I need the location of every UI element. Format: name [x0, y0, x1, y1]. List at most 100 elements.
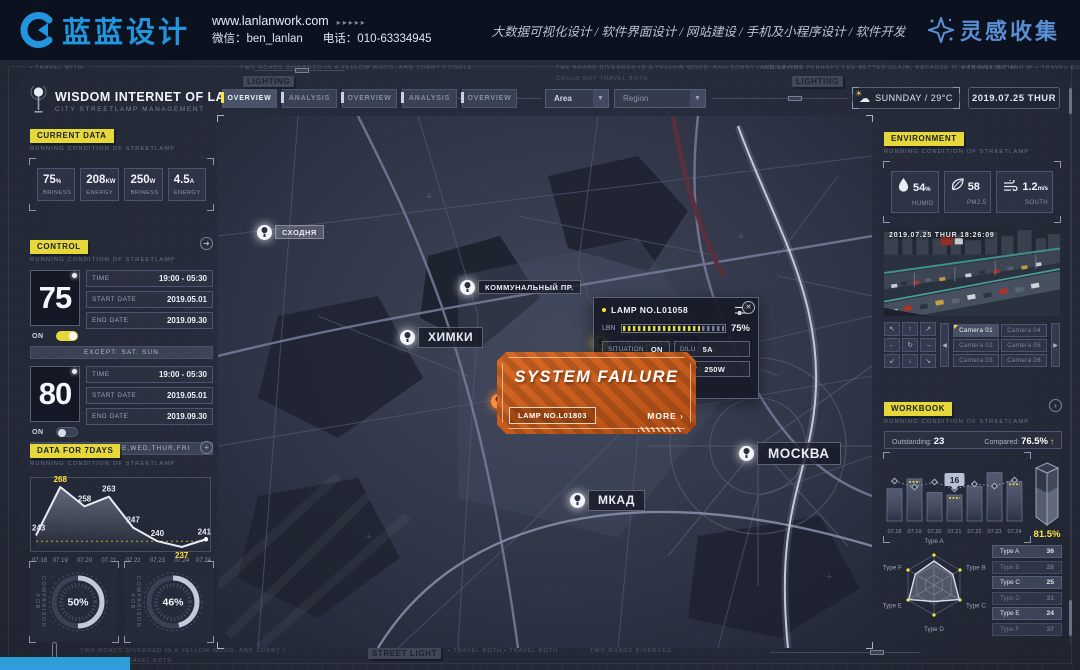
decor-slider-knob[interactable] — [870, 650, 884, 655]
brightness-bar[interactable] — [621, 324, 726, 333]
map-pin-white[interactable] — [257, 225, 272, 240]
type-row-type-e[interactable]: Type E24 — [992, 607, 1062, 620]
camera-feed[interactable]: 2019.07.25 THUR 18:26:09 — [884, 228, 1060, 316]
map-pin-white[interactable] — [460, 280, 475, 295]
schedule-field-start-date[interactable]: START DATE2019.05.01 — [86, 291, 213, 308]
power-toggle[interactable] — [56, 427, 78, 437]
line-chart-svg: 24326825826324724023724107.1807.1907.200… — [30, 473, 213, 565]
next-camera-arrow[interactable]: ▶ — [1051, 323, 1060, 367]
camera-button-5[interactable]: Camera 05 — [1001, 339, 1047, 352]
chevron-right-icon[interactable]: › — [1049, 399, 1062, 412]
camera-button-1[interactable]: Camera 01 — [953, 324, 999, 337]
svg-text:+: + — [826, 571, 832, 583]
type-row-type-b[interactable]: Type B28 — [992, 561, 1062, 574]
schedule-field-time[interactable]: TIME19:00 - 05:30 — [86, 270, 213, 287]
page-title: WISDOM INTERNET OF LAMP — [55, 90, 245, 104]
type-row-type-a[interactable]: Type A36 — [992, 545, 1062, 558]
camera-controls: ↖↑↗←↻→↙↓↘ ◀ Camera 01Camera 04Camera 02C… — [884, 322, 1060, 368]
brightness-level: 80 — [30, 366, 80, 422]
tab-overview-4[interactable]: OVERVIEW — [462, 89, 517, 108]
map-pin-white[interactable] — [570, 493, 585, 508]
brand-logo[interactable]: 蓝蓝设计 — [18, 9, 190, 51]
chevron-down-icon[interactable]: ▼ — [690, 90, 705, 107]
decor-text: ▪ TRAVEL WITH — [30, 65, 83, 71]
svg-text:Type A: Type A — [924, 538, 944, 545]
header-tabs: OVERVIEW ANALYSIS OVERVIEW ANALYSIS OVERVIEW — [222, 89, 517, 108]
schedule-field-time[interactable]: TIME19:00 - 05:30 — [86, 366, 213, 383]
pan-up-left-button[interactable]: ↖ — [884, 322, 900, 336]
map-pin-white[interactable] — [739, 446, 754, 461]
svg-text:+: + — [738, 231, 744, 243]
map-place-label[interactable]: МОСКВА — [757, 442, 841, 465]
comparison-gauge-1: COMPARISON FOR46% — [125, 562, 213, 642]
map-place-label[interactable]: МКАД — [588, 490, 645, 511]
region-select-value: Region — [615, 94, 690, 103]
decor-slider-knob[interactable] — [295, 68, 309, 73]
type-row-type-f[interactable]: Type F37 — [992, 623, 1062, 636]
services-text: 大数据可视化设计 / 软件界面设计 / 网站建设 / 手机及小程序设计 / 软件… — [491, 21, 905, 40]
pan-up-button[interactable]: ↑ — [902, 322, 918, 336]
tab-overview-2[interactable]: OVERVIEW — [342, 89, 397, 108]
pan-down-left-button[interactable]: ↙ — [884, 354, 900, 368]
level-column: 80ON — [30, 366, 80, 437]
tab-analysis-1[interactable]: ANALYSIS — [282, 89, 337, 108]
outstanding-value: 23 — [934, 436, 945, 447]
scrollbar-track[interactable] — [1070, 85, 1071, 645]
camera-button-4[interactable]: Camera 04 — [1001, 324, 1047, 337]
tab-overview-0[interactable]: OVERVIEW — [222, 89, 277, 108]
camera-button-6[interactable]: Camera 06 — [1001, 354, 1047, 367]
schedule-field-start-date[interactable]: START DATE2019.05.01 — [86, 387, 213, 404]
metric-tile: 75%BRINESS — [37, 168, 75, 201]
city-map[interactable]: +++ ++++ СХОДНЯКОММУНАЛЬНЫЙ ПР.ХИМКИЗАВО… — [218, 116, 872, 648]
camera-button-2[interactable]: Camera 02 — [953, 339, 999, 352]
status-dot — [602, 308, 606, 312]
pan-left-button[interactable]: ← — [884, 338, 900, 352]
streetlamp-icon — [30, 86, 47, 116]
decor-line — [770, 652, 920, 653]
plus-icon[interactable]: + — [200, 441, 213, 454]
schedule-field-end-date[interactable]: END DATE2019.09.30 — [86, 312, 213, 329]
up-arrow-icon: ↑ — [1050, 437, 1054, 446]
map-place-label[interactable]: СХОДНЯ — [275, 225, 324, 239]
comparison-panel: COMPARISON FOR50%COMPARISON FOR46% — [30, 562, 213, 642]
svg-text:07.18: 07.18 — [888, 529, 902, 535]
schedule-field-end-date[interactable]: END DATE2019.09.30 — [86, 408, 213, 425]
lanlan-logo-icon — [18, 12, 54, 48]
more-button[interactable]: MORE › — [647, 411, 684, 421]
power-toggle[interactable] — [56, 331, 78, 341]
map-place-label[interactable]: ХИМКИ — [418, 327, 483, 348]
prev-camera-arrow[interactable]: ◀ — [940, 323, 949, 367]
panel-badge: CONTROL — [30, 240, 88, 254]
chevron-down-icon[interactable]: ▼ — [593, 90, 608, 107]
refresh-button[interactable]: ↻ — [902, 338, 918, 352]
area-select[interactable]: Area ▼ — [545, 89, 609, 108]
date-widget: 2019.07.25 THUR — [968, 87, 1060, 109]
tab-analysis-3[interactable]: ANALYSIS — [402, 89, 457, 108]
type-row-type-c[interactable]: Type C25 — [992, 576, 1062, 589]
pan-up-right-button[interactable]: ↗ — [920, 322, 936, 336]
type-row-type-d[interactable]: Type D31 — [992, 592, 1062, 605]
close-icon[interactable]: ✕ — [742, 301, 755, 314]
scrollbar-thumb[interactable] — [1069, 88, 1072, 114]
pan-down-button[interactable]: ↓ — [902, 354, 918, 368]
region-select[interactable]: Region ▼ — [614, 89, 706, 108]
pan-down-right-button[interactable]: ↘ — [920, 354, 936, 368]
scrollbar-thumb[interactable] — [1069, 600, 1072, 636]
pan-right-button[interactable]: → — [920, 338, 936, 352]
svg-text:07.19: 07.19 — [908, 529, 922, 535]
system-failure-alert: SYSTEM FAILURE LAMP NO.L01803 MORE › ✕ — [497, 352, 696, 434]
decor-slider-knob[interactable] — [788, 96, 802, 101]
website-link[interactable]: www.lanlanwork.com — [212, 14, 329, 28]
decor-text: TWO ROADS DIVERGED — [590, 648, 672, 654]
collect-brand[interactable]: 灵感收集 — [928, 14, 1060, 46]
camera-list: Camera 01Camera 04Camera 02Camera 05Came… — [953, 324, 1047, 367]
svg-text:+: + — [426, 191, 432, 203]
traffic-scene — [884, 228, 1060, 316]
camera-button-3[interactable]: Camera 03 — [953, 354, 999, 367]
alert-lamp-id: LAMP NO.L01803 — [509, 407, 596, 424]
weather-text: SUNNDAY / 29°C — [875, 93, 953, 103]
map-place-label[interactable]: КОММУНАЛЬНЫЙ ПР. — [478, 280, 581, 294]
map-pin-white[interactable] — [400, 330, 415, 345]
arrow-right-icon[interactable]: ➜ — [200, 237, 213, 250]
workbook-bar-chart: 1607.1807.1907.2007.2107.2207.2307.24 — [884, 453, 1030, 542]
